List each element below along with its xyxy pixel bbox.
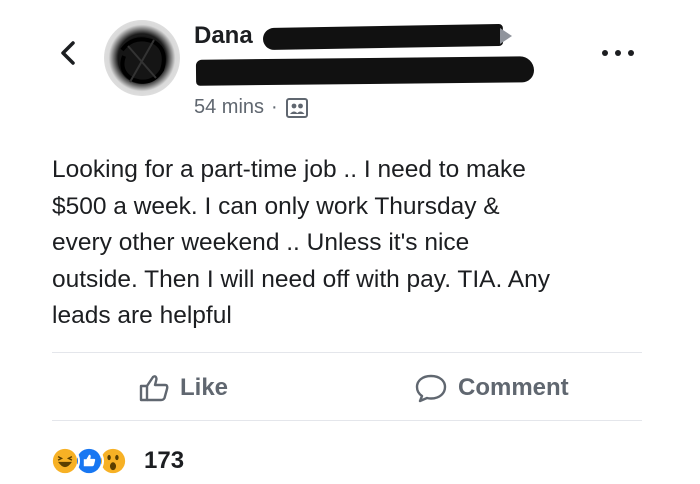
dot-icon <box>615 50 621 56</box>
dot-icon <box>628 50 634 56</box>
back-button[interactable] <box>56 38 80 68</box>
meta-separator: · <box>271 96 278 118</box>
reaction-icons <box>50 444 142 478</box>
reactions-summary[interactable]: 173 <box>50 444 184 478</box>
author-name[interactable]: Dana <box>194 22 253 50</box>
reaction-count: 173 <box>144 447 185 474</box>
thumbs-up-icon <box>139 375 169 402</box>
redaction-bar <box>195 56 535 86</box>
friends-of-friends-icon[interactable] <box>285 97 309 119</box>
post-text: Looking for a part-time job .. I need to… <box>52 156 551 329</box>
haha-reaction-icon <box>50 446 80 476</box>
like-label: Like <box>180 374 229 401</box>
divider <box>52 352 642 353</box>
avatar-scribble <box>118 36 166 84</box>
chevron-left-icon <box>61 41 75 65</box>
post-meta: 54 mins · <box>194 96 309 119</box>
caret-right-icon <box>500 28 512 44</box>
comment-label: Comment <box>458 374 569 401</box>
comment-bubble-icon <box>415 374 447 403</box>
redaction-bar <box>262 23 504 51</box>
dot-icon <box>602 50 608 56</box>
timestamp[interactable]: 54 mins <box>194 96 264 119</box>
comment-button[interactable]: Comment <box>414 366 569 410</box>
avatar[interactable] <box>104 20 180 96</box>
divider <box>52 420 642 421</box>
like-button[interactable]: Like <box>138 366 228 410</box>
more-options-button[interactable] <box>602 46 634 60</box>
